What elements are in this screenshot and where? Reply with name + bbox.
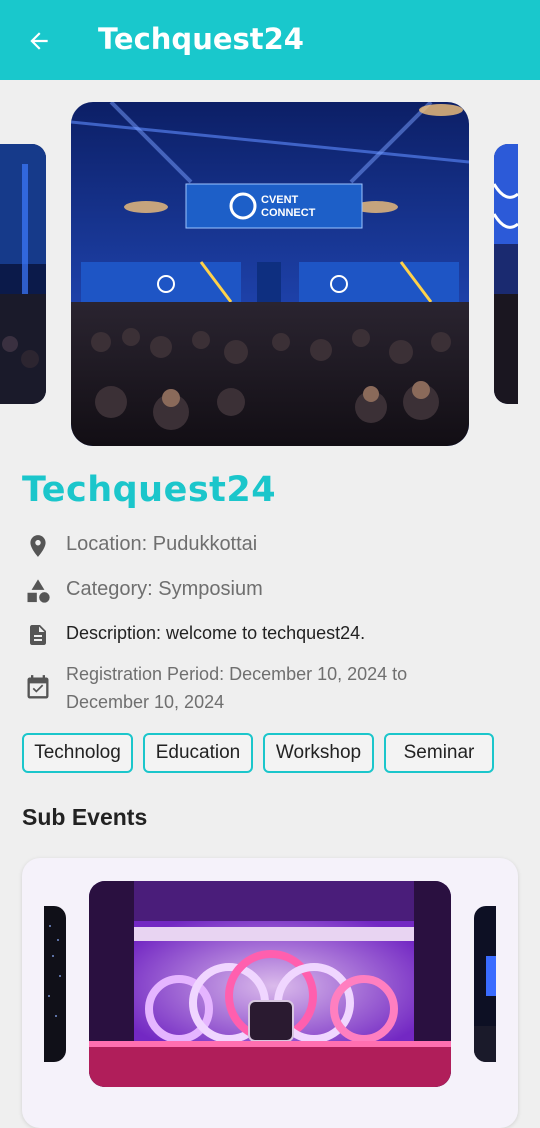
category-text: Category: Symposium [66,578,263,600]
page-title: Techquest24 [98,22,304,56]
registration-text: Registration Period: December 10, 2024 t… [66,660,496,716]
banner-sign-text-2: CONNECT [261,207,316,219]
tag-chip[interactable]: Education [143,733,253,773]
registration-line-1: Registration Period: December 10, 2024 t… [66,664,408,684]
tag-chip[interactable]: Seminar [384,733,494,773]
event-banner-image[interactable]: CVENT CONNECT [71,102,469,446]
location-pin-icon [22,530,54,562]
description-text: Description: welcome to techquest24. [66,623,366,643]
category-shapes-icon [22,575,54,607]
sub-event-image[interactable] [89,881,451,1087]
app-bar: Techquest24 [0,0,540,80]
arrow-left-icon [30,32,48,50]
category-row: Category: Symposium [22,575,263,607]
document-icon [22,619,54,651]
calendar-check-icon [22,672,54,704]
sub-event-prev-image[interactable] [44,906,66,1062]
tag-list: Technolog Education Workshop Seminar [22,733,494,773]
location-text: Location: Pudukkottai [66,533,258,555]
tag-chip[interactable]: Workshop [263,733,374,773]
tag-chip[interactable]: Technolog [22,733,133,773]
location-row: Location: Pudukkottai [22,530,257,562]
registration-row: Registration Period: December 10, 2024 t… [22,660,496,716]
registration-line-2: December 10, 2024 [66,692,225,712]
event-title: Techquest24 [22,470,277,510]
sub-event-next-image[interactable] [474,906,496,1062]
carousel-prev-image[interactable] [0,144,46,404]
sub-events-heading: Sub Events [22,804,148,830]
carousel-next-image[interactable] [494,144,518,404]
description-row: Description: welcome to techquest24. [22,619,365,651]
back-button[interactable] [22,24,56,58]
banner-sign-text: CVENT [261,194,299,206]
